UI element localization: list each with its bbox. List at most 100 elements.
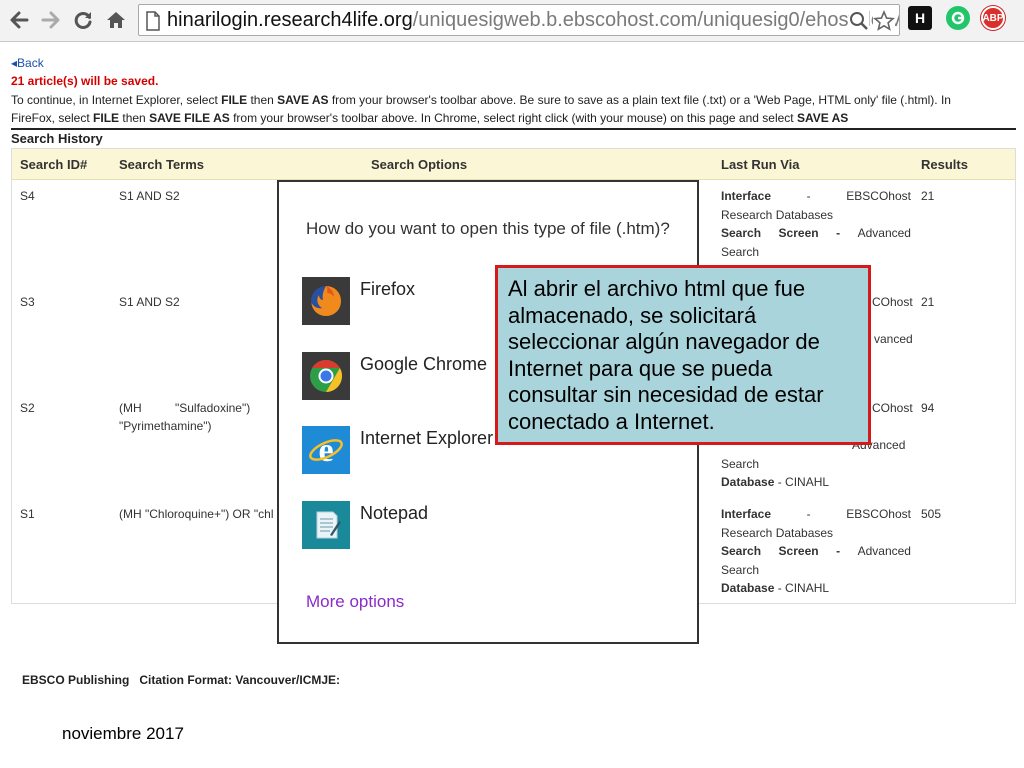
row-s2-results: 94: [921, 401, 935, 415]
url-text: hinarilogin.research4life.org/uniquesigw…: [167, 9, 900, 31]
url-host: hinarilogin.research4life.org: [167, 9, 413, 31]
row-s2-via-provider: COhost: [872, 401, 913, 415]
row-s2-id: S2: [20, 401, 35, 415]
firefox-icon: [302, 277, 350, 325]
explanation-callout: Al abrir el archivo html que fue almacen…: [495, 265, 871, 445]
row-s3-via-provider: COhost: [872, 295, 913, 309]
col-search-id: Search ID#: [20, 157, 88, 172]
col-last-run-via: Last Run Via: [721, 157, 800, 172]
back-button[interactable]: [4, 5, 34, 35]
app-name-firefox: Firefox: [360, 279, 416, 299]
instr1-text-e: from your browser's toolbar above. Be su…: [328, 93, 951, 107]
internet-explorer-icon: e: [302, 426, 350, 474]
url-path: /uniquesigweb.b.ebscohost.com/uniquesig0…: [412, 9, 900, 31]
instruction-line-1: To continue, in Internet Explorer, selec…: [11, 93, 951, 107]
via-dash: -: [806, 189, 811, 203]
via-advanced: Advanced: [857, 544, 911, 558]
page-icon: [146, 11, 160, 31]
instr1-text-a: To continue, in Internet Explorer, selec…: [11, 93, 222, 107]
row-s2-via-search: Search: [721, 457, 760, 471]
row-s2-terms-line2: "Pyrimethamine"): [119, 419, 212, 433]
forward-arrow-icon: [41, 11, 60, 29]
row-s1-via: Interface - EBSCOhost Research Databases S…: [721, 505, 911, 598]
app-name-chrome: Google Chrome: [360, 354, 488, 374]
extension-g-icon: [951, 11, 965, 25]
instr1-bold-saveas: SAVE AS: [277, 93, 329, 107]
row-s4-terms: S1 AND S2: [119, 189, 180, 203]
via-dash: -: [806, 507, 811, 521]
row-s3-via-advanced: vanced: [874, 332, 913, 346]
zoom-icon[interactable]: [849, 11, 869, 31]
via-advanced: Advanced: [857, 226, 911, 240]
row-s2-via-database: Database - CINAHL: [721, 475, 830, 489]
dialog-question: How do you want to open this type of fil…: [306, 219, 670, 238]
app-option-notepad[interactable]: Notepad: [302, 501, 662, 553]
slide-date: noviembre 2017: [62, 724, 184, 743]
via-dash-bold: -: [836, 226, 841, 240]
via-database-value: CINAHL: [785, 581, 830, 595]
reload-button[interactable]: [68, 5, 98, 35]
instruction-line-2: FireFox, select FILE then SAVE FILE AS f…: [11, 111, 848, 125]
back-link[interactable]: ◂Back: [11, 56, 44, 70]
chrome-icon: [302, 352, 350, 400]
row-s3-terms: S1 AND S2: [119, 295, 180, 309]
reload-icon: [74, 12, 92, 29]
forward-button[interactable]: [36, 5, 66, 35]
via-interface-label: Interface: [721, 507, 772, 521]
via-screen-label: Screen: [778, 544, 819, 558]
via-search: Search: [721, 244, 760, 259]
instr1-text-c: then: [247, 93, 278, 107]
app-name-internet-explorer: Internet Explorer: [360, 428, 494, 448]
row-s4-via: Interface - EBSCOhost Research Databases S…: [721, 187, 911, 261]
table-header: Search ID# Search Terms Search Options L…: [12, 149, 1015, 180]
row-s1-results: 505: [921, 507, 942, 521]
col-search-options: Search Options: [371, 157, 468, 172]
row-s2-terms-line1: (MH "Sulfadoxine"): [119, 401, 251, 415]
home-button[interactable]: [101, 5, 131, 35]
via-search-label: Search: [721, 544, 762, 558]
via-database: Database - CINAHL: [721, 581, 830, 595]
via-search: Search: [721, 562, 760, 577]
address-bar[interactable]: hinarilogin.research4life.org/uniquesigw…: [138, 4, 900, 36]
search-history-heading: Search History: [11, 128, 1016, 148]
row-s3-id: S3: [20, 295, 35, 309]
instr2-bold-saveas: SAVE AS: [796, 111, 849, 125]
row-s3-results: 21: [921, 295, 935, 309]
row-s1-id: S1: [20, 507, 35, 521]
via-dash-bold: -: [836, 544, 841, 558]
row-s4-results: 21: [921, 189, 935, 203]
instr1-bold-file: FILE: [221, 93, 248, 107]
via-database-value: CINAHL: [785, 475, 830, 489]
row-s4-id: S4: [20, 189, 35, 203]
h-extension-button[interactable]: H: [908, 6, 932, 30]
back-arrow-icon: [10, 11, 29, 29]
instr2-text-a: FireFox, select: [11, 111, 94, 125]
app-name-notepad: Notepad: [360, 503, 429, 523]
col-search-terms: Search Terms: [119, 157, 205, 172]
via-screen-label: Screen: [778, 226, 819, 240]
green-extension-button[interactable]: [946, 6, 970, 30]
citation-format: EBSCO Publishing Citation Format: Vancou…: [22, 673, 341, 687]
via-provider: EBSCOhost: [846, 189, 911, 203]
instr2-bold-savefileas: SAVE FILE AS: [149, 111, 230, 125]
instr2-text-e: from your browser's toolbar above. In Ch…: [229, 111, 797, 125]
instr2-bold-file: FILE: [93, 111, 120, 125]
back-link-label: Back: [17, 56, 44, 70]
notepad-icon: [302, 501, 350, 549]
adblock-plus-button[interactable]: ABP: [981, 6, 1005, 30]
via-database-label: Database: [721, 581, 775, 595]
svg-text:e: e: [318, 432, 333, 469]
browser-toolbar: hinarilogin.research4life.org/uniquesigw…: [0, 0, 1024, 42]
instr2-text-c: then: [119, 111, 150, 125]
via-provider: EBSCOhost: [846, 507, 911, 521]
home-icon: [107, 12, 125, 28]
via-database-label: Database: [721, 475, 775, 489]
star-icon[interactable]: [873, 10, 895, 32]
col-results: Results: [921, 157, 968, 172]
via-interface-label: Interface: [721, 189, 772, 203]
via-search-label: Search: [721, 226, 762, 240]
via-databases: Research Databases: [721, 525, 834, 540]
saved-notice: 21 article(s) will be saved.: [11, 74, 159, 88]
row-s1-terms: (MH "Chloroquine+") OR "chl: [119, 507, 274, 521]
more-options-link[interactable]: More options: [306, 592, 404, 612]
